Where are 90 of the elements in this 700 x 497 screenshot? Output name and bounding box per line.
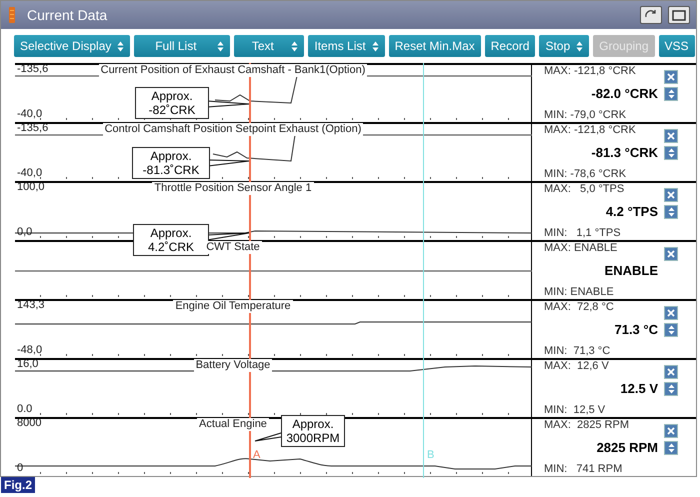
axis-max-label: -135,6 (17, 63, 48, 76)
current-value: 12.5 V (620, 381, 658, 396)
updown-icon (668, 325, 674, 335)
close-button[interactable] (664, 247, 678, 261)
signal-title: Current Position of Exhaust Camshaft - Bank1(Option) (98, 64, 368, 77)
axis-max-label: 143,3 (17, 299, 45, 312)
cursor-label: A (253, 449, 260, 461)
min-value: MIN: -79,0 °CRK (544, 109, 628, 122)
axis-min-label: -48,0 (17, 344, 42, 357)
dropdown-button[interactable]: Items List (308, 35, 385, 57)
toolbar-button[interactable]: Reset Min.Max (388, 35, 481, 57)
current-value: -81.3 °CRK (591, 145, 658, 160)
window-icon (672, 10, 686, 20)
updown-icon (668, 384, 674, 394)
axis-min-label: 0.0 (17, 403, 32, 416)
app-icon (7, 7, 17, 23)
updown-caret-icon (117, 40, 124, 52)
close-button[interactable] (664, 70, 678, 84)
max-value: MAX: 2825 RPM (544, 419, 630, 432)
reorder-button[interactable] (664, 323, 678, 337)
close-icon (667, 427, 675, 435)
callout-label: Approx. -82˚CRK (135, 87, 209, 119)
max-value: MAX: -121,8 °CRK (544, 124, 637, 137)
close-icon (667, 132, 675, 140)
axis-max-label: 100,0 (17, 181, 45, 194)
max-value: MAX: 72,8 °C (544, 301, 615, 314)
dropdown-button[interactable]: Text (234, 35, 304, 57)
close-button[interactable] (664, 365, 678, 379)
close-icon (667, 309, 675, 317)
min-value: MIN: 71,3 °C (544, 345, 612, 358)
retry-button[interactable] (640, 6, 662, 24)
close-icon (667, 368, 675, 376)
current-value: ENABLE (604, 263, 658, 278)
close-button[interactable] (664, 424, 678, 438)
min-value: MIN: 1,1 °TPS (544, 227, 622, 240)
current-value: 71.3 °C (614, 322, 658, 337)
reorder-button[interactable] (664, 146, 678, 160)
max-value: MAX: 5,0 °TPS (544, 183, 626, 196)
min-value: MIN: 741 RPM (544, 463, 624, 476)
current-value: 2825 RPM (596, 440, 658, 455)
close-icon (667, 250, 675, 258)
close-button[interactable] (664, 188, 678, 202)
max-value: MAX: -121,8 °CRK (544, 65, 637, 78)
cursor-label: B (427, 449, 434, 461)
dropdown-button[interactable]: Stop (539, 35, 590, 57)
updown-caret-icon (576, 40, 584, 52)
callout-label: Approx. 3000RPM (281, 415, 345, 447)
dropdown-button[interactable]: Full List (134, 35, 230, 57)
current-value: 4.2 °TPS (606, 204, 658, 219)
min-value: MIN: 12,5 V (544, 404, 606, 417)
leader-line (208, 160, 250, 166)
callout-label: Approx. -81.3˚CRK (132, 147, 210, 179)
leader-line (254, 432, 282, 442)
axis-max-label: 8000 (17, 417, 42, 430)
signal-title: Engine Oil Temperature (173, 300, 293, 313)
close-button[interactable] (664, 306, 678, 320)
axis-min-label: -40,0 (17, 167, 42, 180)
updown-icon (668, 89, 674, 99)
close-icon (667, 73, 675, 81)
axis-max-label: -135,6 (17, 122, 48, 135)
updown-icon (668, 148, 674, 158)
updown-caret-icon (291, 40, 298, 52)
close-icon (667, 191, 675, 199)
reorder-button[interactable] (664, 87, 678, 101)
close-button[interactable] (664, 129, 678, 143)
leader-line (206, 100, 250, 108)
max-value: MAX: 12,6 V (544, 360, 610, 373)
reorder-button[interactable] (664, 382, 678, 396)
toolbar-button[interactable]: VSS (658, 35, 695, 57)
axis-max-label: 16,0 (17, 358, 38, 371)
updown-caret-icon (372, 40, 379, 52)
dropdown-button[interactable]: Selective Display (14, 35, 130, 57)
signal-title: Control Camshaft Position Setpoint Exhaust (Option) (102, 123, 364, 136)
updown-icon (668, 443, 674, 453)
current-value: -82.0 °CRK (591, 86, 658, 101)
toolbar-button[interactable]: Record (484, 35, 536, 57)
reorder-button[interactable] (664, 441, 678, 455)
min-value: MIN: -78,6 °CRK (544, 168, 628, 181)
figure-label: Fig.2 (1, 477, 36, 493)
updown-caret-icon (217, 40, 224, 52)
window-title: Current Data (27, 6, 108, 24)
leader-line (206, 232, 250, 240)
signal-title: Battery Voltage (194, 359, 272, 372)
axis-min-label: -40,0 (17, 108, 42, 121)
min-value: MIN: ENABLE (544, 286, 615, 299)
signal-title: Throttle Position Sensor Angle 1 (152, 182, 314, 195)
reorder-button[interactable] (664, 205, 678, 219)
window-mode-button[interactable] (668, 6, 690, 24)
max-value: MAX: ENABLE (544, 242, 618, 255)
updown-icon (668, 207, 674, 217)
